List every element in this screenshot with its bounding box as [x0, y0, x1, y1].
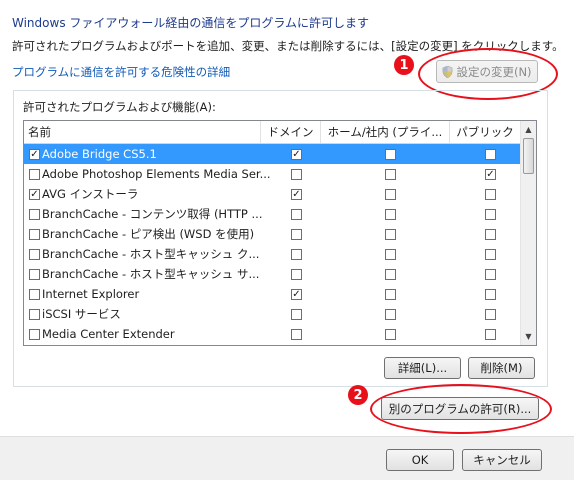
- public-checkbox[interactable]: [485, 329, 496, 340]
- domain-checkbox[interactable]: ✓: [291, 189, 302, 200]
- group-label: 許可されたプログラムおよび機能(A):: [23, 100, 216, 114]
- program-enabled-checkbox[interactable]: [29, 229, 40, 240]
- public-checkbox[interactable]: [485, 229, 496, 240]
- home-checkbox[interactable]: [385, 329, 396, 340]
- ok-button[interactable]: OK: [386, 449, 454, 471]
- public-checkbox[interactable]: ✓: [485, 169, 496, 180]
- program-row[interactable]: BranchCache - コンテンツ取得 (HTTP ...: [24, 204, 520, 224]
- column-header-public[interactable]: パブリック: [450, 121, 520, 143]
- home-checkbox[interactable]: [385, 289, 396, 300]
- program-row[interactable]: Adobe Photoshop Elements Media Ser... ✓: [24, 164, 520, 184]
- public-checkbox[interactable]: [485, 269, 496, 280]
- domain-checkbox[interactable]: [291, 269, 302, 280]
- column-header-home[interactable]: ホーム/社内 (プライ...: [321, 121, 450, 143]
- callout-number-1: 1: [394, 55, 414, 75]
- column-header-name[interactable]: 名前: [24, 121, 261, 143]
- program-name: BranchCache - コンテンツ取得 (HTTP ...: [42, 207, 263, 221]
- program-name: BranchCache - ホスト型キャッシュ サ...: [42, 267, 260, 281]
- domain-checkbox[interactable]: [291, 329, 302, 340]
- program-row[interactable]: BranchCache - ピア検出 (WSD を使用): [24, 224, 520, 244]
- home-checkbox[interactable]: [385, 249, 396, 260]
- risk-details-link[interactable]: プログラムに通信を許可する危険性の詳細: [12, 64, 230, 80]
- program-row[interactable]: Internet Explorer ✓: [24, 284, 520, 304]
- domain-checkbox[interactable]: ✓: [291, 289, 302, 300]
- remove-button[interactable]: 削除(M): [468, 357, 535, 379]
- program-enabled-checkbox[interactable]: [29, 249, 40, 260]
- public-checkbox[interactable]: [485, 289, 496, 300]
- scroll-down-icon[interactable]: ▼: [521, 328, 536, 344]
- program-enabled-checkbox[interactable]: ✓: [29, 189, 40, 200]
- program-enabled-checkbox[interactable]: [29, 289, 40, 300]
- program-enabled-checkbox[interactable]: [29, 309, 40, 320]
- home-checkbox[interactable]: [385, 229, 396, 240]
- public-checkbox[interactable]: [485, 309, 496, 320]
- public-checkbox[interactable]: [485, 249, 496, 260]
- home-checkbox[interactable]: [385, 169, 396, 180]
- program-row[interactable]: BranchCache - ホスト型キャッシュ ク...: [24, 244, 520, 264]
- program-enabled-checkbox[interactable]: [29, 169, 40, 180]
- program-enabled-checkbox[interactable]: [29, 209, 40, 220]
- program-enabled-checkbox[interactable]: [29, 329, 40, 340]
- public-checkbox[interactable]: [485, 149, 496, 160]
- list-header: 名前 ドメイン ホーム/社内 (プライ... パブリック: [24, 121, 520, 144]
- page-heading: Windows ファイアウォール経由の通信をプログラムに許可します: [12, 16, 370, 30]
- domain-checkbox[interactable]: [291, 209, 302, 220]
- callout-number-2: 2: [348, 385, 368, 405]
- home-checkbox[interactable]: [385, 189, 396, 200]
- public-checkbox[interactable]: [485, 189, 496, 200]
- details-button[interactable]: 詳細(L)...: [384, 357, 461, 379]
- program-name: BranchCache - ピア検出 (WSD を使用): [42, 227, 255, 241]
- home-checkbox[interactable]: [385, 309, 396, 320]
- program-name: AVG インストーラ: [42, 187, 139, 201]
- program-row[interactable]: ✓ AVG インストーラ ✓: [24, 184, 520, 204]
- callout-ellipse-2: [370, 384, 552, 434]
- program-name: Media Center Extender: [42, 327, 175, 341]
- public-checkbox[interactable]: [485, 209, 496, 220]
- program-row[interactable]: Media Center Extender: [24, 324, 520, 344]
- program-enabled-checkbox[interactable]: [29, 269, 40, 280]
- program-name: Internet Explorer: [42, 287, 140, 301]
- cancel-button[interactable]: キャンセル: [462, 449, 542, 471]
- program-row[interactable]: iSCSI サービス: [24, 304, 520, 324]
- program-enabled-checkbox[interactable]: ✓: [29, 149, 40, 160]
- domain-checkbox[interactable]: [291, 229, 302, 240]
- programs-list[interactable]: 名前 ドメイン ホーム/社内 (プライ... パブリック ✓ Adobe Brid…: [23, 120, 537, 346]
- home-checkbox[interactable]: [385, 149, 396, 160]
- program-name: Adobe Photoshop Elements Media Ser...: [42, 167, 271, 181]
- column-header-domain[interactable]: ドメイン: [261, 121, 321, 143]
- scrollbar-thumb[interactable]: [523, 138, 534, 174]
- program-name: Adobe Bridge CS5.1: [42, 147, 157, 161]
- domain-checkbox[interactable]: [291, 249, 302, 260]
- program-row[interactable]: ✓ Adobe Bridge CS5.1 ✓: [24, 144, 520, 164]
- home-checkbox[interactable]: [385, 209, 396, 220]
- domain-checkbox[interactable]: ✓: [291, 149, 302, 160]
- scroll-up-icon[interactable]: ▲: [521, 121, 536, 137]
- home-checkbox[interactable]: [385, 269, 396, 280]
- domain-checkbox[interactable]: [291, 309, 302, 320]
- program-row[interactable]: BranchCache - ホスト型キャッシュ サ...: [24, 264, 520, 284]
- program-name: iSCSI サービス: [42, 307, 121, 321]
- domain-checkbox[interactable]: [291, 169, 302, 180]
- vertical-scrollbar[interactable]: ▲ ▼: [520, 121, 536, 345]
- program-name: BranchCache - ホスト型キャッシュ ク...: [42, 247, 260, 261]
